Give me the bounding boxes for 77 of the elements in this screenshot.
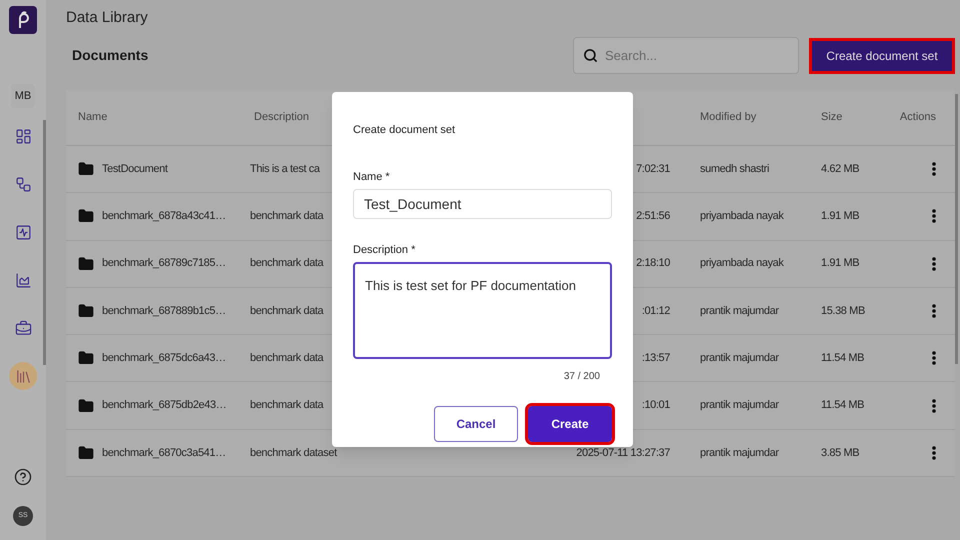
table-cell: benchmark dataset: [250, 446, 337, 459]
column-header[interactable]: Size: [821, 109, 886, 126]
field-label: Name *: [353, 170, 391, 184]
create-document-set-button[interactable]: Create document set: [809, 38, 955, 74]
table-cell: 2:18:10: [636, 257, 670, 270]
library-icon: [14, 368, 32, 384]
folder-icon: [78, 303, 94, 320]
briefcase-icon: [14, 320, 32, 336]
table-cell: benchmark data: [250, 399, 324, 412]
folder-icon: [78, 256, 94, 272]
section-title: Documents: [72, 46, 148, 65]
folder-icon: [78, 208, 94, 224]
document-name: TestDocument: [102, 162, 168, 177]
scrollbar[interactable]: [955, 94, 958, 364]
table-cell: :01:12: [642, 304, 670, 317]
folder-icon: [78, 398, 94, 414]
table-cell: 15.38 MB: [821, 304, 865, 317]
table-cell: priyambada nayak: [700, 257, 784, 270]
table-cell: :10:01: [642, 399, 670, 412]
document-name: benchmark_68789c7185…: [102, 256, 226, 272]
more-icon: [932, 256, 936, 271]
table-cell: prantik majumdar: [700, 304, 779, 317]
dialog-title: Create document set: [353, 123, 456, 138]
more-icon: [932, 162, 936, 176]
table-cell: 11.54 MB: [821, 399, 864, 412]
table-cell: prantik majumdar: [700, 399, 779, 412]
table-cell: :13:57: [642, 352, 670, 364]
table-cell: 2025-07-11 13:27:37: [576, 446, 670, 459]
table-cell: benchmark data: [250, 210, 324, 222]
table-cell: prantik majumdar: [700, 352, 779, 364]
help-icon[interactable]: [14, 468, 32, 486]
chart-icon: [14, 272, 32, 288]
folder-icon: [78, 350, 94, 366]
table-cell: This is a test ca: [250, 162, 320, 175]
more-icon: [932, 351, 936, 366]
character-counter: 37 / 200: [562, 370, 601, 384]
column-header[interactable]: Modified by: [700, 109, 821, 126]
folder-icon: [78, 161, 94, 178]
column-header[interactable]: Actions: [886, 109, 936, 126]
description-input[interactable]: This is test set for PF documentation: [353, 262, 612, 358]
document-name: benchmark_6870c3a541…: [102, 446, 226, 461]
search-icon: [583, 48, 598, 63]
page-title: Data Library: [66, 8, 149, 28]
network-icon: [14, 176, 32, 192]
more-icon: [932, 398, 936, 413]
create-button[interactable]: Create: [528, 406, 612, 442]
table-cell: 2:51:56: [636, 210, 670, 222]
more-icon: [932, 304, 936, 318]
table-cell: 4.62 MB: [821, 162, 860, 175]
workspace-badge[interactable]: MB: [11, 84, 35, 108]
column-header[interactable]: Name: [66, 109, 254, 126]
table-cell: prantik majumdar: [700, 446, 779, 459]
cancel-button[interactable]: Cancel: [434, 406, 518, 442]
more-icon: [932, 209, 936, 224]
document-name: benchmark_687889b1c5…: [102, 304, 226, 319]
table-cell: 7:02:31: [636, 162, 670, 175]
table-cell: sumedh shastri: [700, 162, 769, 175]
folder-icon: [78, 444, 94, 461]
name-input[interactable]: Test_Document: [353, 189, 612, 219]
more-icon: [932, 446, 936, 460]
document-name: benchmark_6878a43c41…: [102, 209, 226, 224]
logo-icon: [9, 6, 37, 34]
scrollbar[interactable]: [43, 120, 46, 365]
table-cell: benchmark data: [250, 352, 324, 364]
nav-item[interactable]: [9, 362, 37, 390]
table-cell: benchmark data: [250, 257, 324, 270]
table-cell: priyambada nayak: [700, 210, 784, 222]
table-cell: 11.54 MB: [821, 352, 864, 364]
table-cell: 3.85 MB: [821, 446, 860, 459]
field-label: Description *: [353, 243, 416, 258]
document-name: benchmark_6875db2e43…: [102, 398, 226, 414]
search-field[interactable]: Search...: [573, 37, 799, 74]
dashboard-icon: [14, 128, 32, 144]
document-name: benchmark_6875dc6a43…: [102, 351, 226, 366]
table-cell: benchmark data: [250, 304, 324, 317]
table-cell: 1.91 MB: [821, 210, 860, 222]
table-cell: 1.91 MB: [821, 257, 860, 270]
